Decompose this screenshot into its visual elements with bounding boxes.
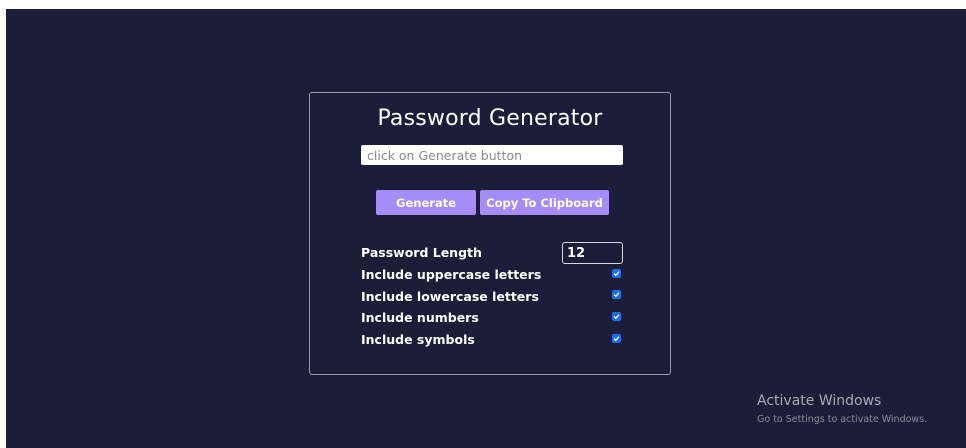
checkmark-icon: [613, 271, 620, 277]
password-length-label: Password Length: [361, 245, 482, 260]
activate-windows-title: Activate Windows: [757, 393, 882, 409]
activate-windows-subtitle: Go to Settings to activate Windows.: [757, 414, 928, 425]
password-output-field[interactable]: [361, 145, 623, 165]
uppercase-label: Include uppercase letters: [361, 267, 542, 282]
page-title: Password Generator: [377, 106, 603, 131]
uppercase-checkbox[interactable]: [612, 269, 621, 278]
symbols-checkbox[interactable]: [612, 334, 621, 343]
symbols-label: Include symbols: [361, 332, 475, 347]
checkmark-icon: [613, 292, 620, 298]
password-length-input[interactable]: [562, 242, 623, 264]
checkmark-icon: [613, 336, 620, 342]
generator-card: Password Generator Generate Copy To Clip…: [309, 92, 671, 375]
checkmark-icon: [613, 314, 620, 320]
lowercase-checkbox[interactable]: [612, 290, 621, 299]
lowercase-label: Include lowercase letters: [361, 289, 539, 304]
copy-to-clipboard-button[interactable]: Copy To Clipboard: [480, 190, 609, 215]
numbers-checkbox[interactable]: [612, 312, 621, 321]
generate-button[interactable]: Generate: [376, 190, 476, 215]
numbers-label: Include numbers: [361, 310, 479, 325]
app-viewport: Password Generator Generate Copy To Clip…: [6, 9, 966, 448]
